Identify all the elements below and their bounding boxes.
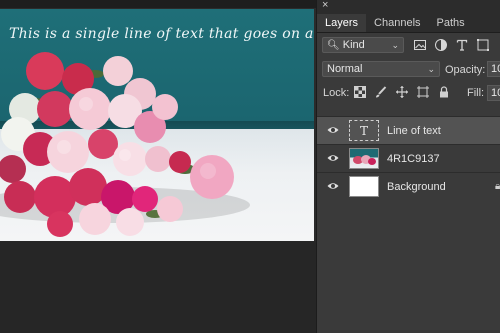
lock-position-icon[interactable]: [395, 85, 409, 99]
filter-icons: [413, 38, 490, 52]
adjustment-filter-icon[interactable]: [434, 38, 448, 52]
lock-paint-icon[interactable]: [374, 85, 388, 99]
background-layer-thumbnail: [349, 176, 379, 197]
layer-row-background[interactable]: Background 🔒︎: [317, 172, 500, 200]
tab-channels[interactable]: Channels: [366, 14, 428, 32]
close-icon[interactable]: ×: [322, 0, 328, 11]
opacity-field[interactable]: 10: [487, 61, 500, 77]
kind-filter-select[interactable]: 🔍︎ Kind ⌄: [322, 37, 404, 53]
lock-all-icon[interactable]: [437, 85, 451, 99]
tab-layers[interactable]: Layers: [317, 14, 367, 32]
layer-row-text[interactable]: T Line of text: [317, 116, 500, 144]
canvas-text-line[interactable]: This is a single line of text that goes …: [9, 26, 314, 42]
flower-bouquet-image: [0, 52, 250, 237]
layer-name[interactable]: 4R1C9137: [387, 153, 440, 165]
layers-panel: × Layers Channels Paths 🔍︎ Kind ⌄ Normal…: [316, 0, 500, 333]
kind-label: Kind: [342, 39, 365, 51]
text-layer-thumbnail: T: [349, 120, 379, 141]
canvas-top-strip: [0, 0, 316, 8]
eye-icon[interactable]: [327, 180, 339, 192]
opacity-label: Opacity:: [445, 64, 486, 76]
blend-row: Normal ⌄ Opacity: 10: [317, 57, 500, 81]
lock-icon[interactable]: 🔒︎: [495, 181, 500, 192]
filter-row: 🔍︎ Kind ⌄: [317, 33, 500, 57]
blend-mode-select[interactable]: Normal ⌄: [322, 61, 440, 77]
fill-field[interactable]: 10: [487, 85, 500, 101]
image-filter-icon[interactable]: [413, 38, 427, 52]
layer-name[interactable]: Background: [387, 181, 446, 193]
lock-transparent-icon[interactable]: [353, 85, 367, 99]
layers-list: T Line of text 4R1C9137 Background 🔒︎: [317, 116, 500, 200]
type-filter-icon[interactable]: [455, 38, 469, 52]
chevron-down-icon: ⌄: [391, 40, 399, 50]
eye-icon[interactable]: [327, 152, 339, 164]
layer-name[interactable]: Line of text: [387, 125, 441, 137]
chevron-down-icon: ⌄: [427, 64, 435, 74]
photo-layer-thumbnail: [349, 148, 379, 169]
tab-paths[interactable]: Paths: [429, 14, 473, 32]
panel-tabs: Layers Channels Paths: [317, 12, 500, 33]
lock-label: Lock:: [323, 87, 350, 99]
layer-row-photo[interactable]: 4R1C9137: [317, 144, 500, 172]
shape-filter-icon[interactable]: [476, 38, 490, 52]
panel-header: ×: [317, 0, 500, 12]
lock-artboard-icon[interactable]: [416, 85, 430, 99]
blend-mode-value: Normal: [327, 63, 363, 75]
search-icon: 🔍︎: [327, 40, 340, 51]
fill-label: Fill:: [467, 87, 485, 99]
canvas-pasteboard: [0, 241, 316, 333]
eye-icon[interactable]: [327, 124, 339, 136]
canvas-area[interactable]: This is a single line of text that goes …: [0, 0, 316, 333]
document-canvas[interactable]: This is a single line of text that goes …: [0, 9, 314, 241]
lock-icons: [353, 85, 451, 99]
lock-row: Lock: Fill: 10: [317, 81, 500, 105]
